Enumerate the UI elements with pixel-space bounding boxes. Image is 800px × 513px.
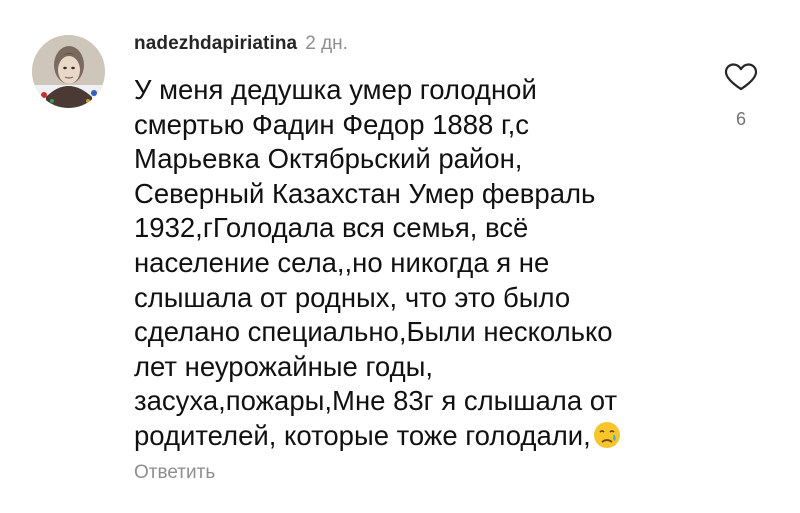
comment-line: Северный Казахстан Умер февраль xyxy=(134,177,596,209)
comment: nadezhdapiriatina 2 дн. У меня дедушка ум… xyxy=(0,0,800,513)
comment-line-text: родителей, которые тоже голодали, xyxy=(134,419,591,451)
reply-button[interactable]: Ответить xyxy=(134,462,215,484)
comment-line: сделано специально,Были несколько xyxy=(134,316,613,348)
crying-face-emoji xyxy=(593,421,621,458)
comment-line: У меня дедушка умер голодной xyxy=(134,74,537,105)
comment-line: лет неурожайные годы, xyxy=(134,350,434,382)
comment-line: 1932,гГолодала вся семья, всё xyxy=(134,212,529,244)
comment-header: nadezhdapiriatina 2 дн. xyxy=(134,33,348,61)
comment-line: слышала от родных, что это было xyxy=(134,281,571,313)
like-count: 6 xyxy=(735,109,746,129)
avatar[interactable] xyxy=(32,35,105,108)
username[interactable]: nadezhdapiriatina xyxy=(134,33,297,54)
comment-line: смертью Фадин Федор 1888 г,с xyxy=(134,108,530,140)
comment-line: засуха,пожары,Мне 83г я слышала от xyxy=(134,385,618,417)
comment-line: Марьевка Октябрьский район, xyxy=(134,143,523,175)
comment-line: население села,,но никогда я не xyxy=(134,246,550,278)
comment-line-last: родителей, которые тоже голодали, xyxy=(134,419,694,458)
timestamp: 2 дн. xyxy=(305,33,348,54)
like-button[interactable] xyxy=(722,62,760,92)
avatar-image xyxy=(32,35,105,108)
comment-text: У меня дедушка умер голодной смертью Фад… xyxy=(134,73,694,458)
heart-outline-icon xyxy=(724,63,758,91)
